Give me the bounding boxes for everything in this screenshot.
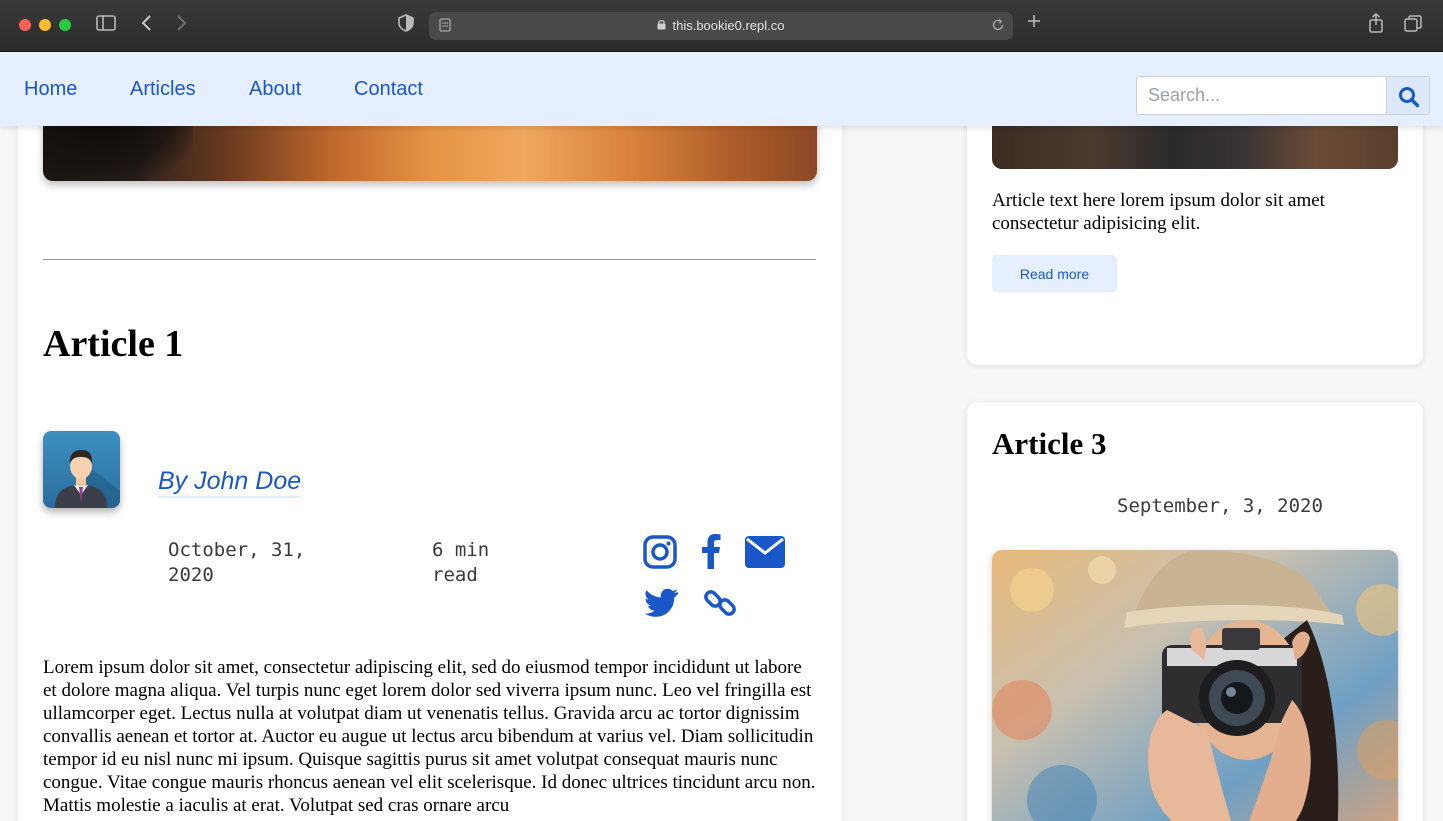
article-2-excerpt: Article text here lorem ipsum dolor sit … [992,190,1325,234]
nav-home[interactable]: Home [24,78,77,101]
back-icon[interactable] [140,14,154,38]
author-link[interactable]: By John Doe [158,466,302,498]
share-icon[interactable] [1368,13,1384,39]
zoom-window-button[interactable] [59,19,71,31]
article-body: Lorem ipsum dolor sit amet, consectetur … [43,657,816,816]
lock-icon [657,19,666,33]
privacy-shield-icon[interactable] [397,14,415,38]
url-text: this.bookie0.repl.co [672,18,785,33]
nav-articles[interactable]: Articles [130,78,196,101]
search-button[interactable] [1386,77,1429,114]
close-window-button[interactable] [19,19,31,31]
minimize-window-button[interactable] [39,19,51,31]
facebook-icon[interactable] [701,533,721,574]
search-icon [1398,86,1420,113]
search-input[interactable] [1137,77,1387,114]
article-3-title: Article 3 [992,426,1107,461]
link-icon[interactable] [704,586,738,625]
article-card: Article 1 By John Doe October, 31, 2020 … [18,100,842,821]
browser-chrome: this.bookie0.repl.co [0,0,1443,52]
address-bar[interactable]: this.bookie0.repl.co [429,12,1013,40]
site-navbar: Home Articles About Contact [0,53,1443,126]
divider [43,259,816,260]
search-box [1136,76,1430,115]
article-3-image [992,550,1398,821]
new-tab-icon[interactable] [1026,13,1042,35]
reload-icon[interactable] [991,18,1005,37]
read-time: 6 min read [432,539,490,586]
author-avatar [43,431,120,508]
nav-about[interactable]: About [249,78,301,101]
tab-overview-icon[interactable] [1404,15,1422,39]
forward-icon[interactable] [174,14,188,38]
email-icon[interactable] [745,536,785,573]
article-date: October, 31, 2020 [168,539,306,586]
article-title: Article 1 [43,323,184,365]
nav-contact[interactable]: Contact [354,78,423,101]
twitter-icon[interactable] [645,588,679,623]
sidebar-toggle-icon[interactable] [96,14,116,38]
article-3-date: September, 3, 2020 [1117,495,1323,517]
read-more-button[interactable]: Read more [992,255,1117,292]
article-card-3: Article 3 September, 3, 2020 [967,402,1423,821]
instagram-icon[interactable] [643,535,677,574]
